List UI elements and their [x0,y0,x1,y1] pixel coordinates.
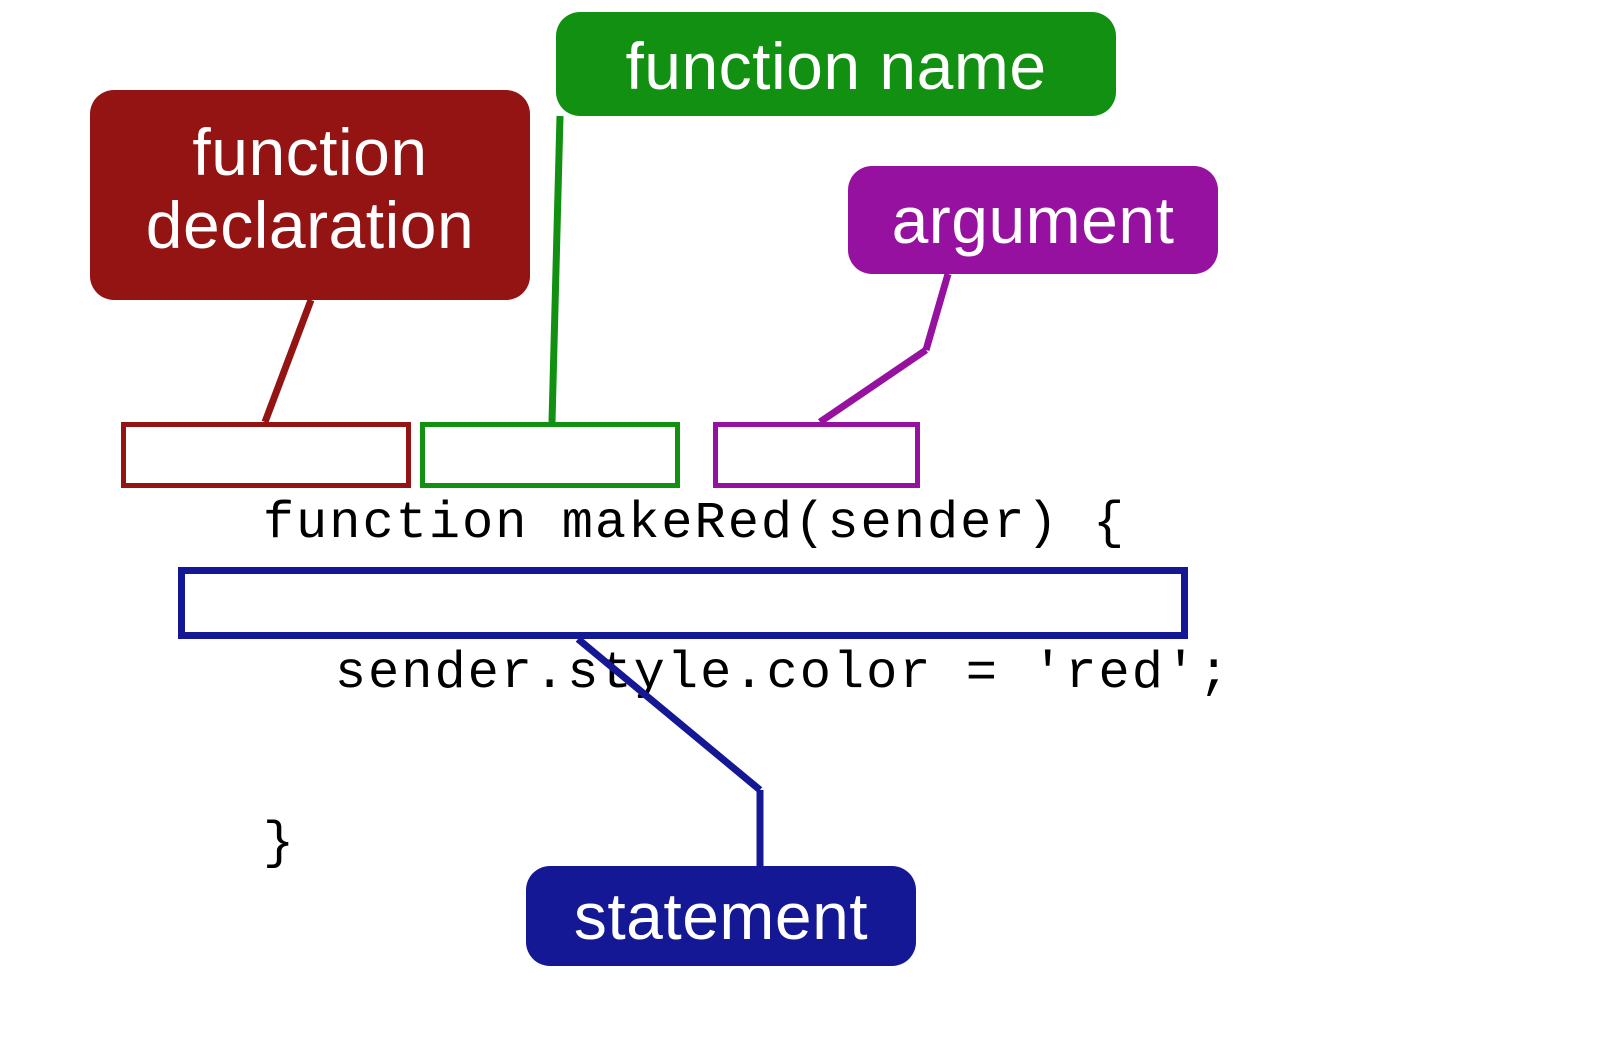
label-text: argument [892,183,1175,257]
code-open-paren: ( [794,494,827,553]
code-close-paren-brace: ) { [1027,494,1127,553]
label-argument: argument [848,166,1218,274]
code-keyword-function: function [263,494,529,553]
label-text: statement [574,879,868,953]
code-argument: sender [827,494,1026,553]
code-statement: sender.style.color = 'red'; [335,644,1232,703]
code-function-name: makeRed [562,494,794,553]
diagram-stage: function declaration function name argum… [0,0,1616,1054]
code-line-2: sender.style.color = 'red'; [202,585,1231,762]
code-line-3: } [130,755,296,932]
label-text: function name [625,29,1046,103]
label-function-declaration: function declaration [90,90,530,300]
label-function-name: function name [556,12,1116,116]
code-closing-brace: } [263,814,296,873]
label-statement: statement [526,866,916,966]
label-text: function declaration [118,116,502,261]
